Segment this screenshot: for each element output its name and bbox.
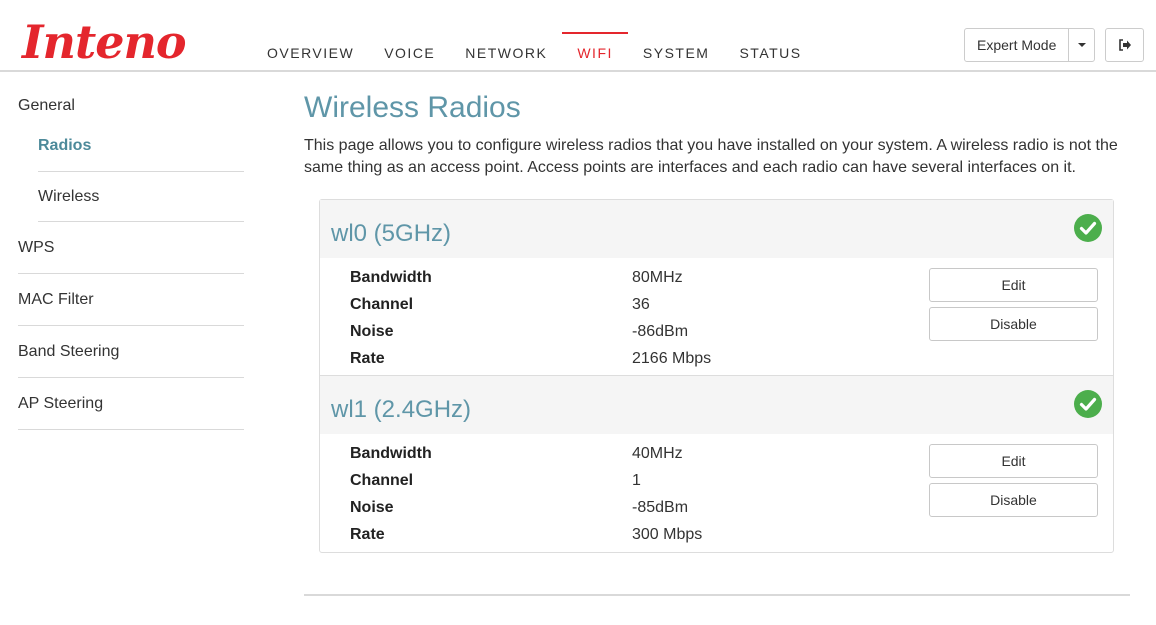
detail-value: 300 Mbps <box>632 526 703 543</box>
detail-value: 2166 Mbps <box>632 350 712 367</box>
detail-row: Noise -86dBm <box>350 322 688 342</box>
detail-label: Channel <box>350 296 414 313</box>
page-description: This page allows you to configure wirele… <box>304 137 1118 176</box>
detail-value: 1 <box>632 472 641 489</box>
sidebar-item-band-steering[interactable]: Band Steering <box>18 326 244 378</box>
nav-voice[interactable]: VOICE <box>369 32 450 72</box>
radio-title: wl0 (5GHz) <box>331 220 452 247</box>
detail-label: Bandwidth <box>350 269 432 286</box>
expert-mode-button[interactable]: Expert Mode <box>965 29 1068 61</box>
disable-button[interactable]: Disable <box>929 483 1098 517</box>
detail-label: Noise <box>350 323 394 340</box>
detail-value: 80MHz <box>632 269 683 286</box>
nav-system[interactable]: SYSTEM <box>628 32 725 72</box>
detail-row: Rate 2166 Mbps <box>350 349 711 369</box>
sidebar-item-wps[interactable]: WPS <box>18 222 244 274</box>
logout-icon <box>1118 39 1131 51</box>
radio-details: Bandwidth 40MHz Channel 1 Noise -85dBm Rate… <box>320 434 1113 552</box>
sidebar-item-ap-steering[interactable]: AP Steering <box>18 378 244 430</box>
edit-button[interactable]: Edit <box>929 444 1098 478</box>
sidebar-item-general[interactable]: General <box>18 80 244 132</box>
detail-label: Noise <box>350 499 394 516</box>
main-nav: OVERVIEW VOICE NETWORK WIFI SYSTEM STATU… <box>252 32 817 72</box>
detail-value: 40MHz <box>632 445 683 462</box>
sidebar-item-mac-filter[interactable]: MAC Filter <box>18 274 244 326</box>
footer-divider <box>304 594 1130 596</box>
detail-row: Noise -85dBm <box>350 498 688 518</box>
detail-label: Rate <box>350 350 385 367</box>
top-header: Inteno OVERVIEW VOICE NETWORK WIFI SYSTE… <box>0 0 1156 72</box>
disable-button[interactable]: Disable <box>929 307 1098 341</box>
detail-row: Bandwidth 40MHz <box>350 444 683 464</box>
nav-wifi[interactable]: WIFI <box>562 32 628 72</box>
detail-row: Channel 1 <box>350 471 641 491</box>
detail-label: Channel <box>350 472 414 489</box>
detail-label: Bandwidth <box>350 445 432 462</box>
radio-details: Bandwidth 80MHz Channel 36 Noise -86dBm Rat… <box>320 258 1113 376</box>
sidebar: General Radios Wireless WPS MAC Filter B… <box>18 80 244 430</box>
radio-header: wl1 (2.4GHz) <box>320 376 1113 434</box>
main-content: Wireless Radios This page allows you to … <box>304 88 1130 179</box>
caret-down-icon <box>1077 43 1086 47</box>
detail-label: Rate <box>350 526 385 543</box>
nav-status[interactable]: STATUS <box>724 32 816 72</box>
radios-panel: wl0 (5GHz) Bandwidth 80MHz Channel 36 Nois… <box>319 199 1114 553</box>
check-circle-icon <box>1074 214 1102 242</box>
mode-dropdown-toggle[interactable] <box>1068 29 1094 61</box>
edit-button[interactable]: Edit <box>929 268 1098 302</box>
sidebar-item-radios[interactable]: Radios <box>38 132 244 172</box>
radio-title: wl1 (2.4GHz) <box>331 396 472 423</box>
nav-network[interactable]: NETWORK <box>450 32 562 72</box>
detail-value: 36 <box>632 296 650 313</box>
mode-selector: Expert Mode <box>964 28 1096 62</box>
sidebar-item-wireless[interactable]: Wireless <box>38 172 244 222</box>
inteno-logo[interactable]: Inteno <box>22 18 187 66</box>
nav-overview[interactable]: OVERVIEW <box>252 32 369 72</box>
detail-row: Bandwidth 80MHz <box>350 268 683 288</box>
page-title: Wireless Radios <box>304 91 521 124</box>
radio-header: wl0 (5GHz) <box>320 200 1113 258</box>
detail-value: -86dBm <box>632 323 689 340</box>
detail-row: Channel 36 <box>350 295 650 315</box>
detail-value: -85dBm <box>632 499 689 516</box>
detail-row: Rate 300 Mbps <box>350 525 702 545</box>
check-circle-icon <box>1074 390 1102 418</box>
logout-button[interactable] <box>1105 28 1144 62</box>
